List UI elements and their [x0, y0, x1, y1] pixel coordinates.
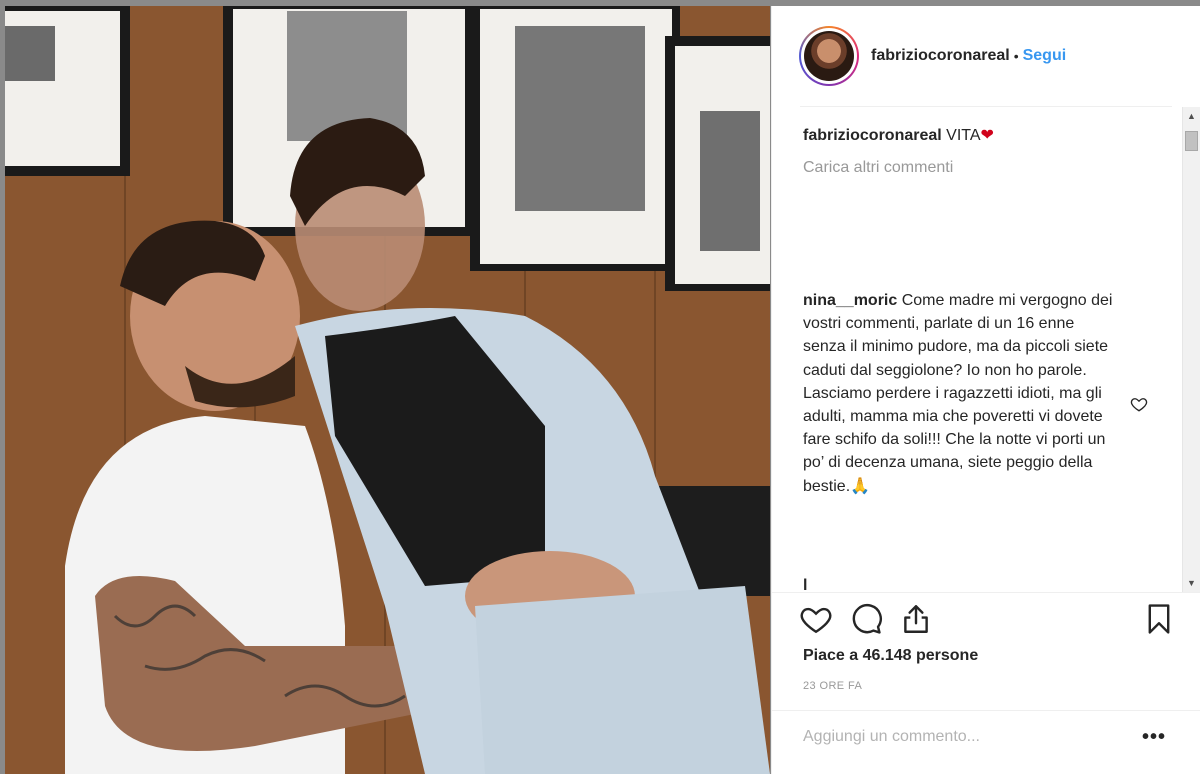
divider [772, 592, 1200, 593]
share-icon[interactable] [899, 602, 933, 636]
comments-scrollbar[interactable]: ▲ ▼ [1182, 107, 1200, 592]
add-comment-input[interactable] [803, 728, 1103, 746]
heart-emoji: ❤ [980, 127, 994, 144]
bookmark-icon[interactable] [1142, 602, 1176, 636]
browser-frame: fabriziocoronareal • Segui fabriziocoron… [0, 0, 1200, 774]
load-more-comments-button[interactable]: Carica altri commenti [803, 159, 953, 177]
header-username[interactable]: fabriziocoronareal [871, 47, 1010, 65]
post-header: fabriziocoronareal • Segui [772, 6, 1200, 106]
action-bar [799, 602, 1179, 638]
likes-count[interactable]: Piace a 46.148 persone [803, 647, 978, 665]
caption-text: VITA [941, 127, 981, 144]
post-side-panel: fabriziocoronareal • Segui fabriziocoron… [771, 6, 1200, 774]
caption-username[interactable]: fabriziocoronareal [803, 127, 942, 144]
partial-comment: l [803, 577, 808, 592]
scroll-thumb[interactable] [1185, 131, 1198, 151]
post-timestamp[interactable]: 23 ORE FA [803, 680, 862, 692]
comment-item: nina__moric Come madre mi vergogno dei v… [803, 289, 1113, 498]
comment-bubble-icon[interactable] [849, 602, 883, 636]
photo-illustration [5, 6, 770, 774]
separator-dot: • [1013, 48, 1019, 64]
caption: fabriziocoronareal VITA❤ [803, 125, 994, 145]
divider [772, 710, 1200, 711]
avatar-image [804, 31, 854, 81]
small-heart-icon[interactable] [1130, 395, 1148, 413]
scroll-up-icon[interactable]: ▲ [1187, 111, 1196, 121]
heart-icon[interactable] [799, 602, 833, 636]
more-options-button[interactable]: ••• [1142, 726, 1166, 749]
comment-username[interactable]: nina__moric [803, 292, 897, 309]
comments-list[interactable]: fabriziocoronareal VITA❤ Carica altri co… [772, 107, 1200, 592]
avatar[interactable] [799, 26, 859, 86]
comment-text: Come madre mi vergogno dei vostri commen… [803, 292, 1113, 495]
scroll-down-icon[interactable]: ▼ [1187, 578, 1196, 588]
post-photo[interactable] [5, 6, 770, 774]
follow-button[interactable]: Segui [1023, 47, 1067, 65]
